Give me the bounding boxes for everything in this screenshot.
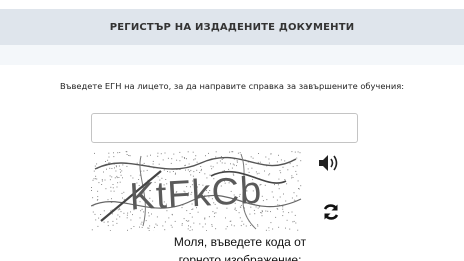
page-title: РЕГИСТЪР НА ИЗДАДЕНИТЕ ДОКУМЕНТИ [109,21,355,33]
header-subband [0,45,464,65]
refresh-icon[interactable] [321,202,341,222]
captcha-text: KtFkCb [129,170,264,219]
speaker-icon[interactable] [316,152,342,174]
captcha-caption: Моля, въведете кода от горното изображен… [173,235,307,261]
page-header: РЕГИСТЪР НА ИЗДАДЕНИТЕ ДОКУМЕНТИ [0,9,464,45]
egn-input[interactable] [91,113,358,143]
captcha-image: KtFkCb [91,151,302,231]
captcha-search-page: РЕГИСТЪР НА ИЗДАДЕНИТЕ ДОКУМЕНТИ Въведет… [0,0,464,261]
egn-instruction-text: Въведете ЕГН на лицето, за да направите … [59,81,405,91]
